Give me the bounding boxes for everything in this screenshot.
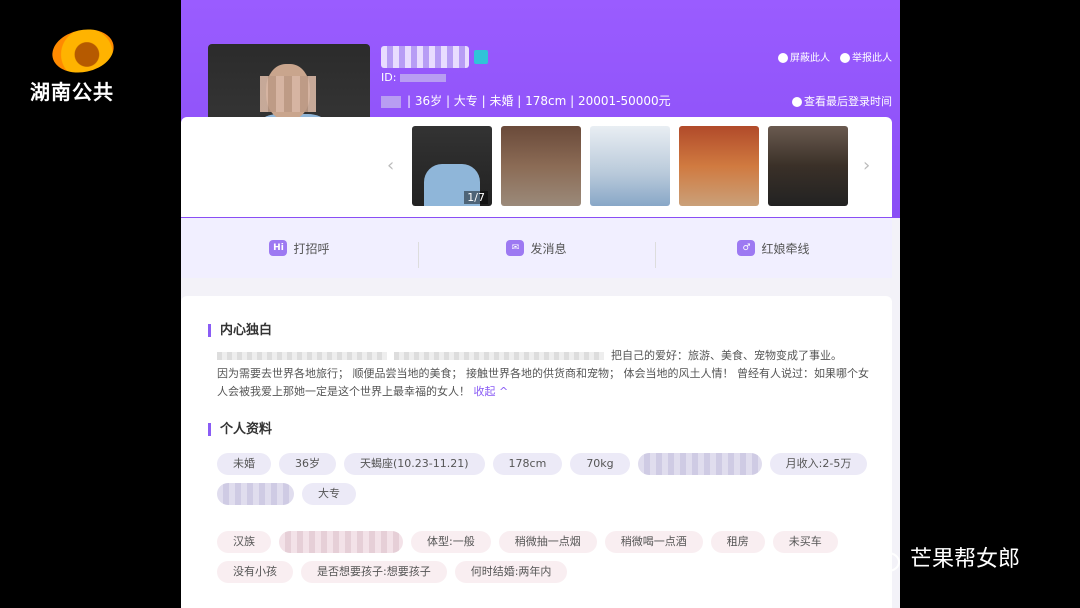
tag: 70kg	[570, 453, 630, 475]
nickname-masked	[381, 46, 469, 68]
chevron-left-icon[interactable]: ‹	[387, 155, 394, 176]
wechat-icon	[862, 540, 902, 574]
personal-title: 个人资料	[208, 423, 272, 436]
tag: 月收入:2-5万	[769, 453, 868, 475]
last-login-button[interactable]: 查看最后登录时间	[792, 93, 892, 109]
send-message-button[interactable]: ✉ 发消息	[418, 240, 655, 268]
basic-info: | 36岁 | 大专 | 未婚 | 178cm | 20001-50000元	[381, 92, 671, 109]
hi-icon: Hi	[269, 240, 288, 256]
tag-masked	[637, 453, 762, 475]
envelope-icon: ✉	[506, 240, 525, 256]
photo-thumb-5[interactable]	[768, 126, 848, 206]
block-user-button[interactable]: 屏蔽此人	[778, 49, 830, 64]
tag: 稍微抽一点烟	[498, 531, 597, 553]
tag: 天蝎座(10.23-11.21)	[344, 453, 485, 475]
mango-logo-icon	[48, 24, 118, 78]
chevron-right-icon[interactable]: ›	[863, 155, 870, 176]
collapse-link[interactable]: 收起 ^	[474, 385, 509, 398]
photo-counter: 1/7	[464, 191, 488, 204]
personal-tags: 未婚 36岁 天蝎座(10.23-11.21) 178cm 70kg 月收入:2…	[217, 453, 877, 505]
tag: 36岁	[279, 453, 336, 475]
about-text: 把自己的爱好：旅游、美食、宠物变成了事业。 因为需要去世界各地旅行； 顺便品尝当…	[217, 349, 869, 398]
watermark: 芒果帮女郎	[862, 540, 1020, 574]
tag: 没有小孩	[217, 561, 293, 583]
photo-thumb-4[interactable]	[679, 126, 759, 206]
action-bar: Hi 打招呼 ✉ 发消息 ♂ 红娘牵线	[181, 218, 892, 278]
male-icon: ♂	[737, 240, 756, 256]
report-user-button[interactable]: 举报此人	[840, 49, 892, 64]
photo-thumb-1[interactable]: 1/7	[412, 126, 492, 206]
alert-icon	[840, 53, 850, 63]
tag: 大专	[302, 483, 356, 505]
tag: 178cm	[492, 453, 563, 475]
channel-logo-text: 湖南公共	[30, 80, 114, 104]
tag-masked	[217, 483, 294, 505]
user-id: ID:	[381, 71, 447, 84]
tag: 未婚	[217, 453, 271, 475]
profile-page: ID: | 36岁 | 大专 | 未婚 | 178cm | 20001-5000…	[181, 0, 900, 608]
tag: 未买车	[772, 531, 838, 553]
channel-logo: 湖南公共	[30, 24, 140, 104]
user-icon	[792, 97, 802, 107]
tag: 体型:一般	[411, 531, 491, 553]
tag-masked	[279, 531, 403, 553]
block-icon	[778, 53, 788, 63]
tag: 汉族	[217, 531, 271, 553]
photo-thumb-2[interactable]	[501, 126, 581, 206]
photo-gallery: ‹ 1/7 ›	[181, 117, 892, 217]
profile-card: 内心独白 把自己的爱好：旅游、美食、宠物变成了事业。 因为需要去世界各地旅行； …	[181, 296, 892, 608]
verified-badge-icon	[474, 50, 488, 64]
tag: 租房	[710, 531, 765, 553]
matchmaker-button[interactable]: ♂ 红娘牵线	[655, 240, 892, 268]
photo-thumb-3[interactable]	[590, 126, 670, 206]
tag: 何时结婚:两年内	[454, 561, 568, 583]
greet-button[interactable]: Hi 打招呼	[181, 240, 418, 257]
tag: 是否想要孩子:想要孩子	[301, 561, 447, 583]
lifestyle-tags: 汉族 体型:一般 稍微抽一点烟 稍微喝一点酒 租房 未买车 没有小孩 是否想要孩…	[217, 531, 877, 583]
tag: 稍微喝一点酒	[604, 531, 703, 553]
about-title: 内心独白	[208, 324, 272, 337]
